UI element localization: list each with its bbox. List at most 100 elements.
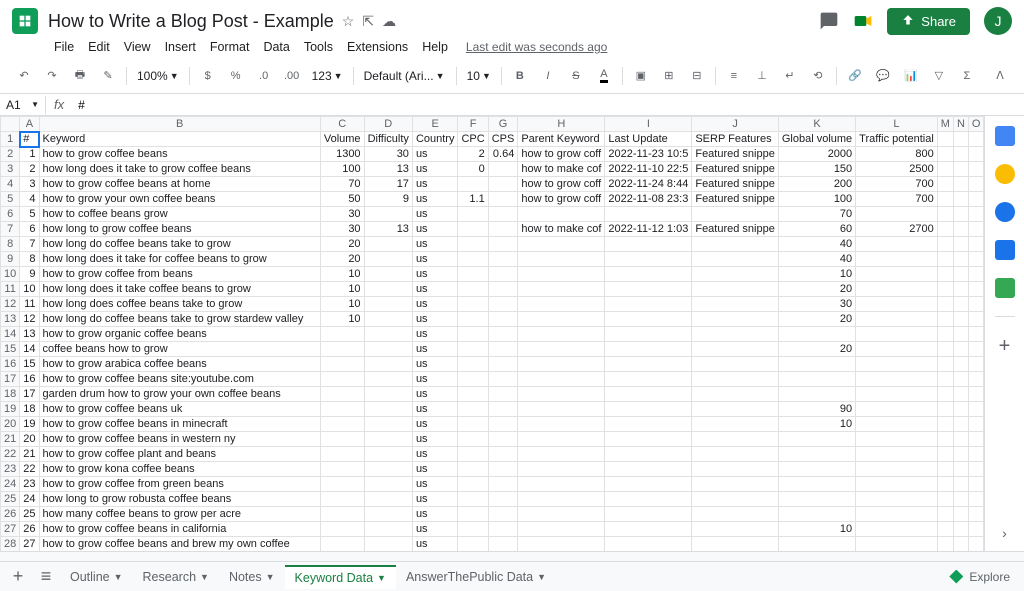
cell[interactable]	[458, 477, 488, 492]
cell[interactable]	[518, 432, 605, 447]
borders-icon[interactable]: ⊞	[657, 64, 681, 88]
cell[interactable]	[364, 282, 412, 297]
cell[interactable]: 200	[778, 177, 855, 192]
cell[interactable]	[692, 312, 779, 327]
cell[interactable]	[937, 327, 953, 342]
cell[interactable]	[856, 417, 938, 432]
cell[interactable]: us	[412, 462, 458, 477]
cell[interactable]	[320, 387, 364, 402]
cell[interactable]	[458, 507, 488, 522]
last-edit-link[interactable]: Last edit was seconds ago	[466, 40, 607, 54]
cell[interactable]: us	[412, 387, 458, 402]
cell[interactable]	[364, 507, 412, 522]
cell[interactable]	[856, 477, 938, 492]
cell[interactable]	[364, 387, 412, 402]
row-header[interactable]: 11	[1, 282, 20, 297]
cell[interactable]: how to grow coffee from green beans	[39, 477, 320, 492]
cell[interactable]	[937, 372, 953, 387]
cell[interactable]: garden drum how to grow your own coffee …	[39, 387, 320, 402]
cell[interactable]	[364, 492, 412, 507]
cell[interactable]	[320, 417, 364, 432]
row-header[interactable]: 4	[1, 177, 20, 192]
cell[interactable]	[937, 522, 953, 537]
cell[interactable]	[968, 252, 984, 267]
cell[interactable]	[605, 462, 692, 477]
cell[interactable]	[692, 357, 779, 372]
cell[interactable]	[605, 477, 692, 492]
cell[interactable]: us	[412, 492, 458, 507]
cell[interactable]	[458, 492, 488, 507]
cell[interactable]	[968, 222, 984, 237]
cell[interactable]	[605, 417, 692, 432]
column-header-J[interactable]: J	[692, 117, 779, 132]
cell[interactable]	[953, 297, 968, 312]
cell[interactable]: us	[412, 357, 458, 372]
hide-side-panel-icon[interactable]: ›	[1002, 525, 1007, 541]
cell[interactable]: 20	[778, 342, 855, 357]
menu-tools[interactable]: Tools	[298, 38, 339, 56]
tasks-icon[interactable]	[995, 202, 1015, 222]
cell[interactable]	[968, 162, 984, 177]
cell[interactable]	[488, 177, 518, 192]
sheets-logo[interactable]	[12, 8, 38, 34]
cell[interactable]	[518, 492, 605, 507]
row-header[interactable]: 26	[1, 507, 20, 522]
cell[interactable]	[937, 462, 953, 477]
cell[interactable]	[692, 267, 779, 282]
select-all-corner[interactable]	[1, 117, 20, 132]
cell[interactable]	[937, 252, 953, 267]
cell[interactable]	[692, 282, 779, 297]
cell[interactable]: how to grow coff	[518, 192, 605, 207]
cell[interactable]	[364, 462, 412, 477]
cell[interactable]	[968, 387, 984, 402]
cell[interactable]: 23	[20, 477, 39, 492]
cell[interactable]: 16	[20, 372, 39, 387]
cell[interactable]	[488, 297, 518, 312]
cell[interactable]: CPC	[458, 132, 488, 147]
column-header-G[interactable]: G	[488, 117, 518, 132]
cell[interactable]: how long do coffee beans take to grow	[39, 237, 320, 252]
cell[interactable]	[320, 357, 364, 372]
cell[interactable]	[518, 312, 605, 327]
column-header-K[interactable]: K	[778, 117, 855, 132]
cell[interactable]: CPS	[488, 132, 518, 147]
cell[interactable]	[488, 207, 518, 222]
cell[interactable]	[856, 447, 938, 462]
cell[interactable]: how to grow coffee beans and brew my own…	[39, 537, 320, 552]
all-sheets-icon[interactable]: ≡	[32, 563, 60, 591]
cell[interactable]: 2022-11-12 1:03	[605, 222, 692, 237]
cell[interactable]	[937, 132, 953, 147]
cell[interactable]	[605, 507, 692, 522]
cell[interactable]	[778, 462, 855, 477]
cell[interactable]: us	[412, 192, 458, 207]
add-addon-icon[interactable]: +	[999, 335, 1011, 358]
cell[interactable]	[937, 162, 953, 177]
cell[interactable]	[488, 462, 518, 477]
paint-format-icon[interactable]: ✎	[96, 64, 120, 88]
cell[interactable]: Featured snippe	[692, 177, 779, 192]
cell[interactable]	[488, 522, 518, 537]
print-icon[interactable]: 🖶	[68, 64, 92, 88]
cell[interactable]: 5	[20, 207, 39, 222]
cell[interactable]	[692, 417, 779, 432]
cell[interactable]	[968, 462, 984, 477]
cell[interactable]	[856, 282, 938, 297]
cell[interactable]: 14	[20, 342, 39, 357]
cell[interactable]	[488, 312, 518, 327]
cell[interactable]: how long does it take for coffee beans t…	[39, 252, 320, 267]
cell[interactable]	[778, 387, 855, 402]
cell[interactable]: 9	[20, 267, 39, 282]
cell[interactable]: 50	[320, 192, 364, 207]
cell[interactable]	[856, 207, 938, 222]
cell[interactable]	[605, 252, 692, 267]
cloud-icon[interactable]: ☁	[382, 13, 396, 30]
cell[interactable]	[518, 252, 605, 267]
cell[interactable]	[605, 537, 692, 552]
cell[interactable]: 6	[20, 222, 39, 237]
cell[interactable]	[518, 237, 605, 252]
cell[interactable]	[692, 522, 779, 537]
row-header[interactable]: 3	[1, 162, 20, 177]
cell[interactable]	[458, 282, 488, 297]
cell[interactable]	[458, 357, 488, 372]
cell[interactable]	[937, 282, 953, 297]
